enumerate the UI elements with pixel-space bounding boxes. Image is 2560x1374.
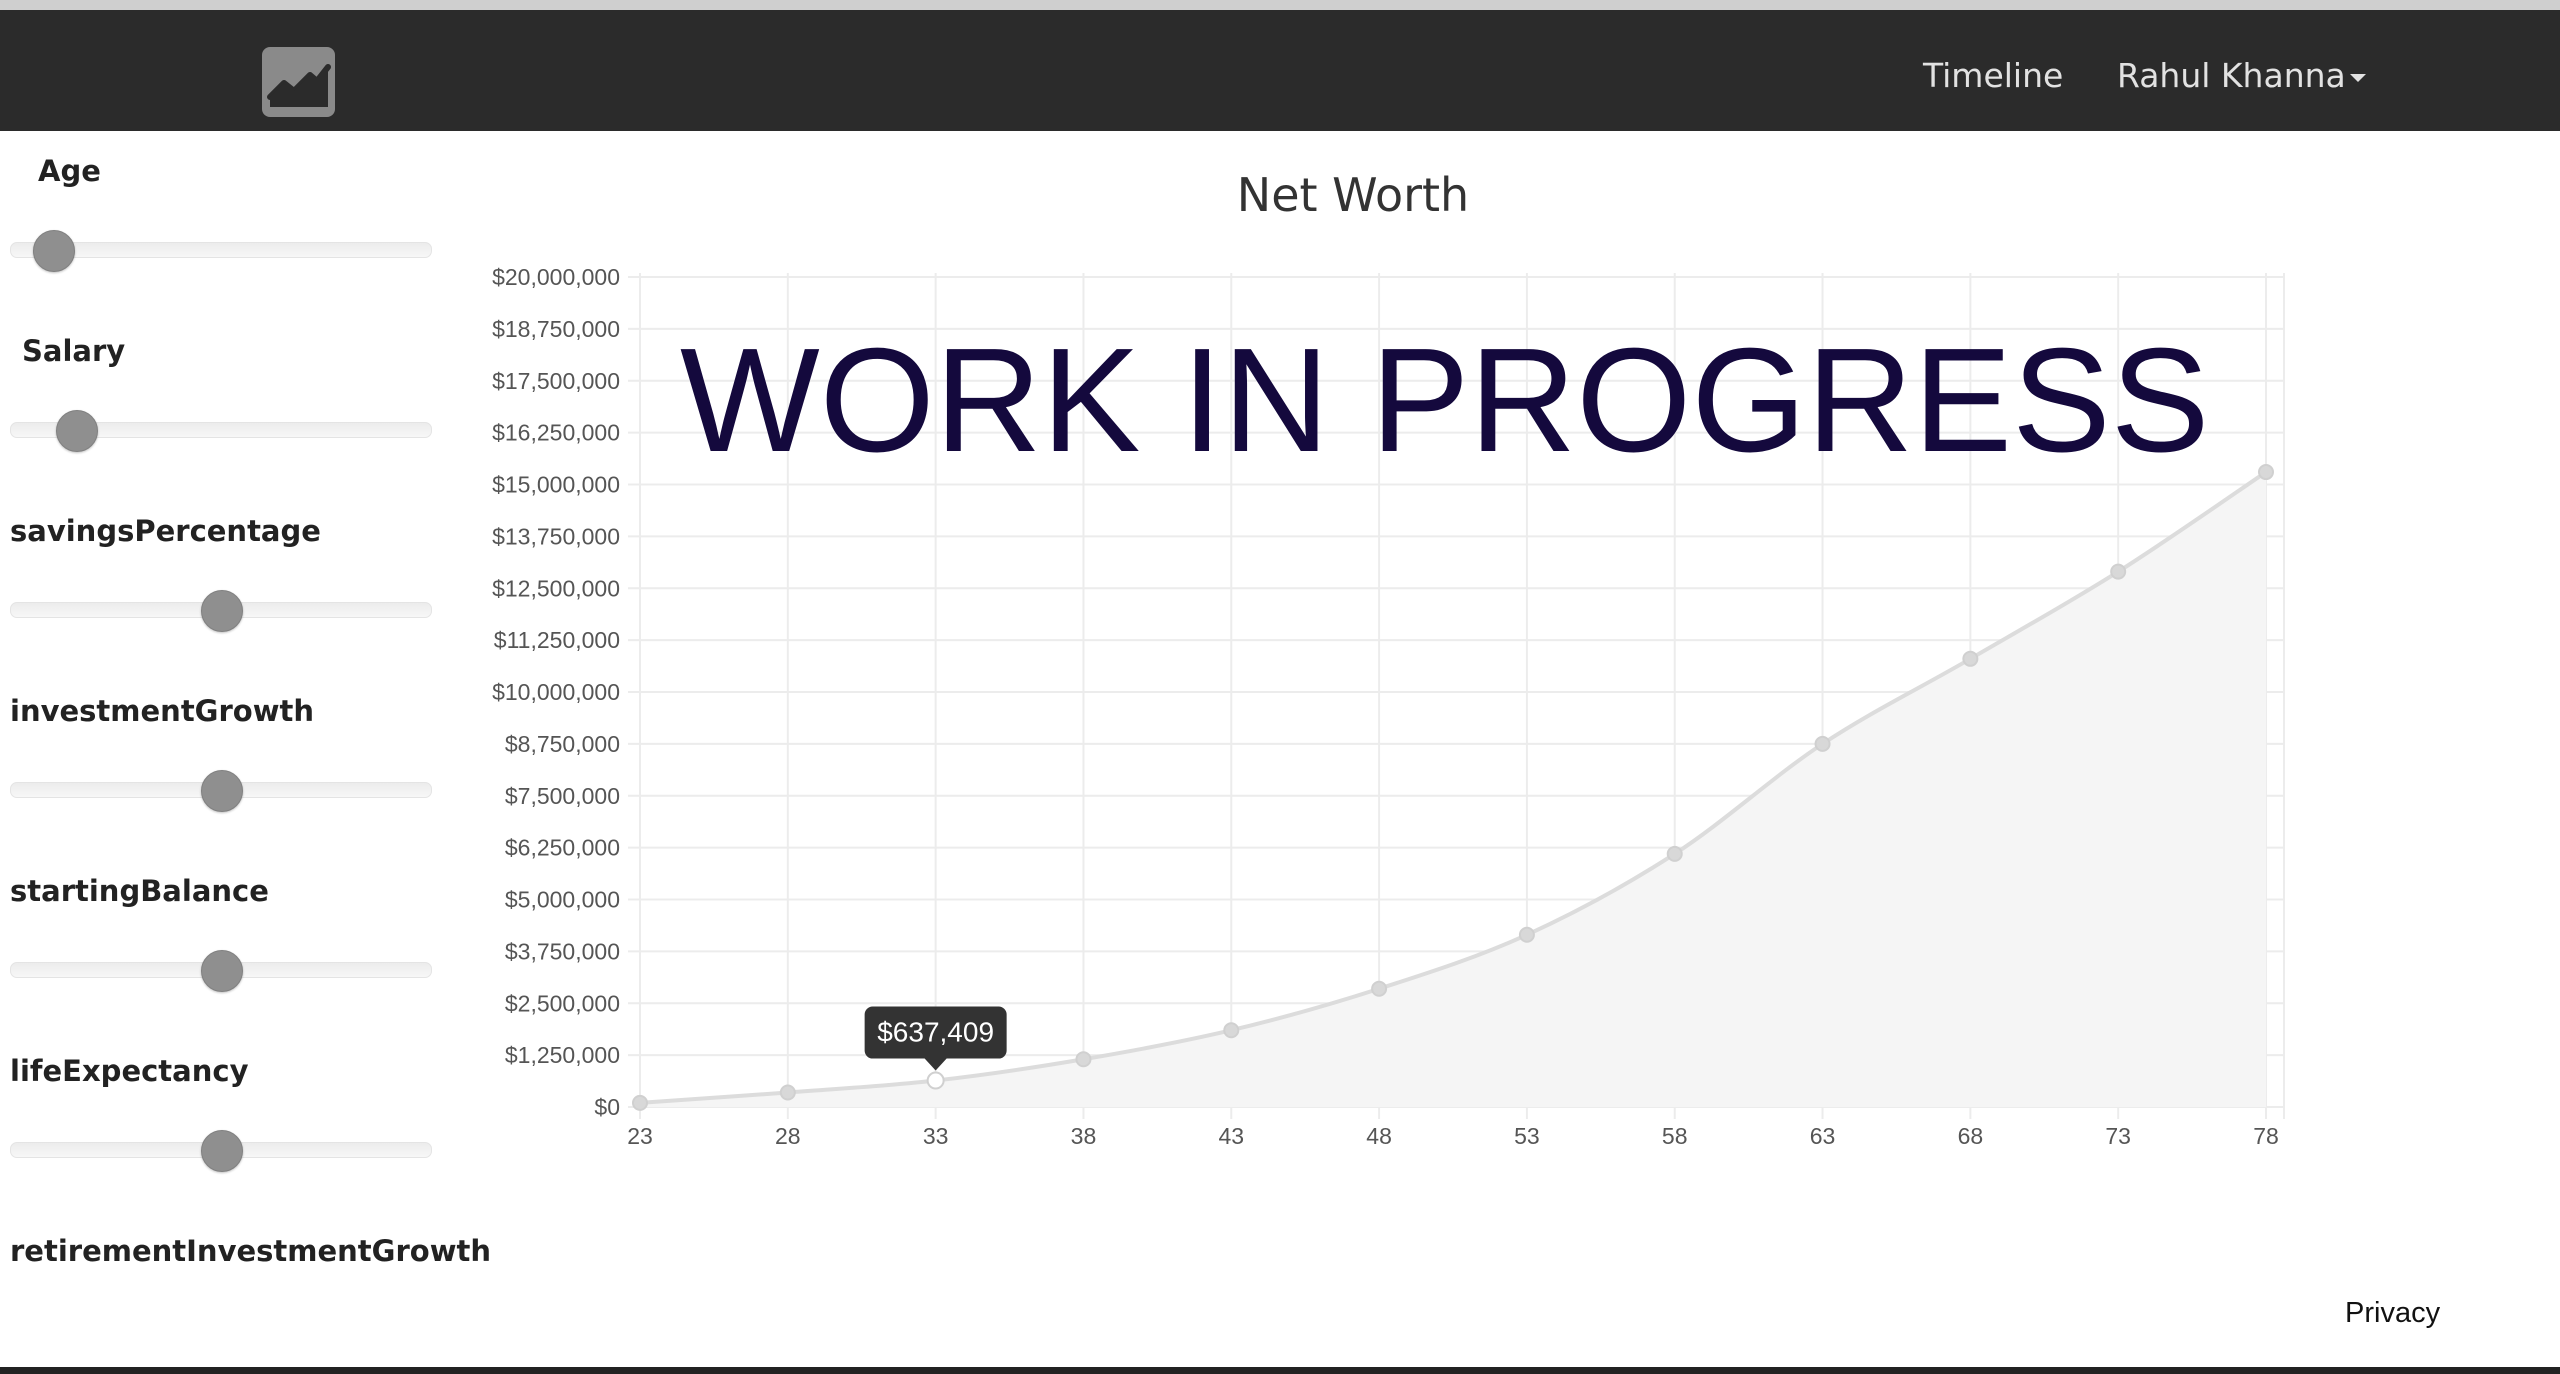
x-tick-label: 58 <box>1662 1123 1688 1149</box>
savings-slider-thumb[interactable] <box>201 590 243 632</box>
salary-slider[interactable] <box>10 410 432 452</box>
y-tick-label: $0 <box>594 1094 620 1120</box>
x-tick-label: 43 <box>1218 1123 1244 1149</box>
chart-title: Net Worth <box>1237 168 1469 222</box>
slider-label-life: lifeExpectancy <box>10 1054 249 1088</box>
data-point <box>1371 980 1388 997</box>
y-tick-label: $6,250,000 <box>505 835 620 861</box>
growth-slider[interactable] <box>10 770 432 812</box>
y-tick-label: $7,500,000 <box>505 783 620 809</box>
x-tick-label: 38 <box>1071 1123 1097 1149</box>
balance-slider[interactable] <box>10 950 432 992</box>
window-top-strip <box>0 0 2560 10</box>
y-tick-label: $10,000,000 <box>492 679 620 705</box>
savings-slider[interactable] <box>10 590 432 632</box>
data-point <box>926 1071 945 1090</box>
x-tick-label: 33 <box>923 1123 949 1149</box>
data-point <box>779 1084 796 1101</box>
data-point <box>632 1094 648 1111</box>
chart-svg: Net Worth $0 $1,250,000 $2,500,000 $3,750,00… <box>492 168 2285 1149</box>
x-tick-label: 73 <box>2105 1123 2131 1149</box>
tooltip-arrow <box>924 1058 947 1071</box>
x-tick-label: 78 <box>2253 1123 2279 1149</box>
y-tick-label: $8,750,000 <box>505 731 620 757</box>
sidebar-sliders: Age Salary savingsPercentage investmentG… <box>0 131 491 1361</box>
work-in-progress-watermark: WORK IN PROGRESS <box>680 318 2210 483</box>
data-point <box>2258 464 2274 481</box>
navbar: Timeline Rahul Khanna <box>0 10 2560 131</box>
y-tick-label: $20,000,000 <box>492 264 620 290</box>
data-point <box>1075 1051 1092 1068</box>
y-tick-label: $13,750,000 <box>492 523 620 549</box>
nav-timeline-link[interactable]: Timeline <box>1923 56 2063 96</box>
y-tick-label: $1,250,000 <box>505 1042 620 1068</box>
data-point <box>1814 735 1831 752</box>
y-tick-label: $18,750,000 <box>492 316 620 342</box>
x-tick-label: 23 <box>627 1123 653 1149</box>
user-menu-dropdown[interactable]: Rahul Khanna <box>2117 56 2366 96</box>
life-slider-thumb[interactable] <box>201 1130 243 1172</box>
age-slider-thumb[interactable] <box>33 230 75 272</box>
y-tick-label: $3,750,000 <box>505 938 620 964</box>
data-point <box>1666 845 1683 862</box>
y-tick-label: $15,000,000 <box>492 472 620 498</box>
line-chart-icon[interactable] <box>262 47 335 117</box>
tooltip-label: $637,409 <box>877 1017 994 1048</box>
window-bottom-edge <box>0 1367 2560 1374</box>
data-point <box>2110 563 2127 580</box>
data-point <box>1223 1022 1240 1039</box>
growth-slider-thumb[interactable] <box>201 770 243 812</box>
user-name: Rahul Khanna <box>2117 56 2346 95</box>
net-worth-chart: Net Worth $0 $1,250,000 $2,500,000 $3,750,00… <box>440 131 2560 1231</box>
life-slider[interactable] <box>10 1130 432 1172</box>
x-tick-label: 63 <box>1810 1123 1836 1149</box>
balance-slider-thumb[interactable] <box>201 950 243 992</box>
y-tick-label: $11,250,000 <box>494 627 620 653</box>
slider-label-retire: retirementInvestmentGrowth <box>10 1234 491 1268</box>
y-tick-label: $16,250,000 <box>492 420 620 446</box>
x-tick-label: 53 <box>1514 1123 1540 1149</box>
y-tick-label: $12,500,000 <box>492 575 620 601</box>
slider-label-growth: investmentGrowth <box>10 694 315 728</box>
caret-down-icon <box>2349 73 2366 82</box>
y-tick-label: $5,000,000 <box>505 887 620 913</box>
y-tick-label: $17,500,000 <box>492 368 620 394</box>
y-tick-label: $2,500,000 <box>505 990 620 1016</box>
slider-label-savings: savingsPercentage <box>10 514 321 548</box>
data-point <box>1518 926 1535 943</box>
data-point <box>1962 650 1979 667</box>
slider-label-age: Age <box>38 154 101 188</box>
age-slider[interactable] <box>10 230 432 272</box>
x-tick-label: 48 <box>1366 1123 1392 1149</box>
privacy-link[interactable]: Privacy <box>2345 1297 2440 1330</box>
slider-label-balance: startingBalance <box>10 874 269 908</box>
x-tick-label: 68 <box>1958 1123 1984 1149</box>
x-tick-label: 28 <box>775 1123 801 1149</box>
slider-label-salary: Salary <box>22 334 126 368</box>
salary-slider-thumb[interactable] <box>56 410 99 452</box>
